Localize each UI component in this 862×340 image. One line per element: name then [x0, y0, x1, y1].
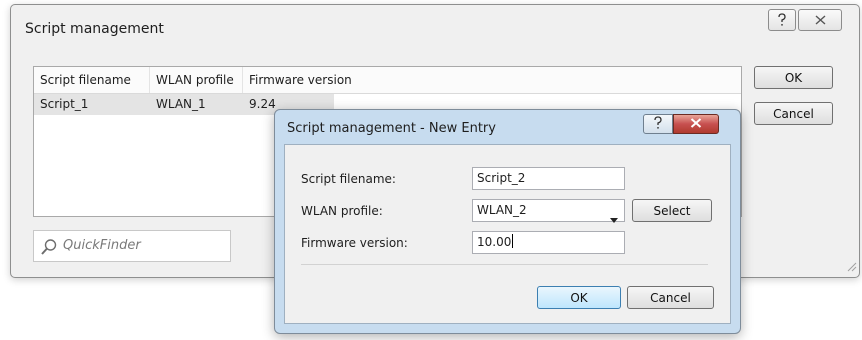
script-filename-label: Script filename: [301, 172, 396, 186]
dialog-title: Script management - New Entry [287, 121, 496, 136]
script-filename-input[interactable]: Script_2 [472, 167, 625, 190]
cell-firmware-version: 9.24 [249, 97, 276, 111]
help-icon [777, 13, 787, 27]
title-bar: Script management [11, 5, 859, 51]
cancel-button[interactable]: Cancel [754, 102, 833, 125]
divider [301, 264, 708, 265]
cell-script-filename: Script_1 [40, 97, 89, 111]
firmware-version-value: 10.00 [477, 235, 512, 249]
ok-button[interactable]: OK [754, 66, 833, 89]
firmware-version-label: Firmware version: [301, 236, 408, 250]
column-header-script-filename[interactable]: Script filename [34, 67, 150, 93]
help-icon [653, 115, 663, 133]
search-icon [40, 238, 58, 259]
dialog-help-button[interactable] [643, 114, 673, 134]
close-button[interactable] [798, 9, 842, 31]
help-button[interactable] [768, 9, 796, 31]
resize-grip-icon[interactable] [845, 260, 857, 275]
quickfinder-placeholder: QuickFinder [63, 238, 141, 253]
close-icon [690, 117, 702, 131]
dialog-ok-button[interactable]: OK [537, 286, 621, 309]
script-filename-value: Script_2 [477, 171, 526, 185]
chevron-down-icon [610, 209, 618, 230]
dialog-content: Script filename: Script_2 WLAN profile: … [284, 144, 731, 324]
wlan-profile-value: WLAN_2 [477, 203, 527, 217]
firmware-version-input[interactable]: 10.00 [472, 231, 625, 254]
dialog-close-button[interactable] [673, 114, 719, 134]
quickfinder-input[interactable]: QuickFinder [33, 230, 231, 262]
wlan-profile-dropdown[interactable]: WLAN_2 [472, 199, 625, 223]
cell-wlan-profile: WLAN_1 [156, 97, 206, 111]
column-header-wlan-profile[interactable]: WLAN profile [150, 67, 243, 93]
column-header-firmware-version[interactable]: Firmware version [243, 67, 741, 93]
close-icon [815, 15, 826, 25]
window-title: Script management [25, 21, 164, 37]
new-entry-dialog: Script management - New Entry Script fil… [274, 109, 741, 334]
text-cursor [512, 234, 514, 248]
wlan-profile-label: WLAN profile: [301, 204, 383, 218]
select-button[interactable]: Select [632, 199, 712, 222]
dialog-cancel-button[interactable]: Cancel [627, 286, 714, 309]
list-header: Script filename WLAN profile Firmware ve… [34, 67, 741, 94]
